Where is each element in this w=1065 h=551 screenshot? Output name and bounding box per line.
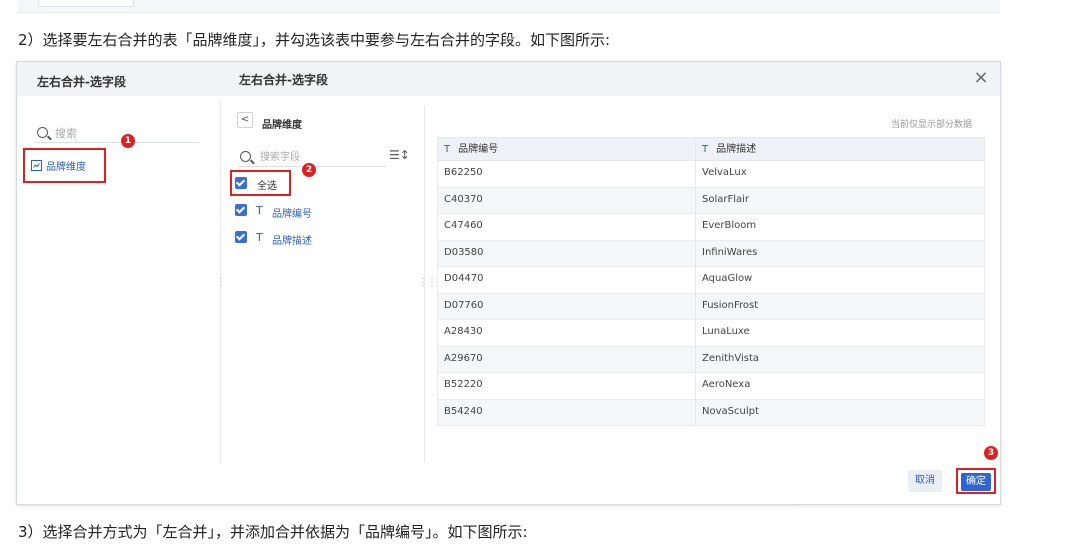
search-icon [37, 127, 48, 138]
search-icon [240, 151, 251, 162]
ok-button[interactable]: 确定 [961, 473, 991, 491]
preview-note: 当前仅显示部分数据 [891, 120, 973, 130]
select-all-label: 全选 [257, 181, 277, 192]
table-search-placeholder: 搜索 [55, 127, 77, 140]
select-all-checkbox[interactable] [235, 177, 247, 189]
table-row: A28430 LunaLuxe [437, 320, 985, 347]
dialog-header [17, 62, 1000, 96]
field-search-placeholder: 搜索字段 [260, 152, 300, 163]
field-label: 品牌编号 [272, 209, 312, 220]
preview-table: T 品牌编号 T 品牌描述 B62250 VelvaLux C40370 SolarFl… [437, 137, 985, 426]
table-search-input[interactable]: 搜索 [35, 122, 200, 143]
table-row: B52220 AeroNexa [437, 373, 985, 400]
table-icon [31, 160, 42, 171]
table-row: D04470 AquaGlow [437, 267, 985, 294]
sort-icon[interactable]: ☰↕ [389, 148, 410, 162]
back-button[interactable]: < [237, 112, 253, 128]
dialog-title: 左右合并-选字段 [239, 73, 328, 87]
resize-handle-left[interactable]: ⋮ [216, 277, 226, 288]
table-item-label: 品牌维度 [46, 162, 86, 173]
left-panel: 搜索 1 品牌维度 [17, 96, 221, 504]
table-row: D03580 InfiniWares [437, 240, 985, 267]
annotation-badge-3: 3 [984, 446, 998, 460]
left-panel-title: 左右合并-选字段 [37, 75, 126, 89]
text-type-icon: T [256, 231, 263, 244]
field-label: 品牌描述 [272, 236, 312, 247]
table-row: B62250 VelvaLux [437, 161, 985, 188]
table-row: C47460 EverBloom [437, 214, 985, 241]
annotation-badge-1: 1 [121, 134, 135, 148]
column-header-brand-code: T 品牌编号 [438, 138, 696, 160]
field-checkbox[interactable] [235, 231, 247, 243]
content-divider [18, 505, 798, 506]
table-header: T 品牌编号 T 品牌描述 [437, 137, 985, 161]
field-checkbox[interactable] [235, 204, 247, 216]
table-row: B54240 NovaSculpt [437, 399, 985, 426]
merge-select-fields-dialog: 左右合并-选字段 左右合并-选字段 × 搜索 1 品牌维度 ⋮ < 品牌维度 搜… [16, 61, 1001, 505]
table-row: D07760 FusionFrost [437, 293, 985, 320]
table-row: A29670 ZenithVista [437, 346, 985, 373]
field-row-brand-code[interactable]: T 品牌编号 [235, 204, 355, 220]
previous-button-edge [38, 0, 134, 7]
previous-screenshot-edge [18, 0, 1000, 13]
table-item-brand-dimension[interactable]: 品牌维度 [29, 157, 99, 175]
close-icon[interactable]: × [969, 66, 993, 90]
select-all-checkbox-row[interactable]: 全选 [235, 177, 289, 192]
cancel-button[interactable]: 取消 [908, 470, 942, 492]
step-2-text: 2）选择要左右合并的表「品牌维度」，并勾选该表中要参与左右合并的字段。如下图所示… [18, 31, 611, 49]
text-type-icon: T [444, 144, 451, 155]
column-header-brand-desc: T 品牌描述 [702, 144, 757, 155]
annotation-badge-2: 2 [302, 163, 316, 177]
text-type-icon: T [256, 204, 263, 217]
field-row-brand-desc[interactable]: T 品牌描述 [235, 231, 355, 247]
step-3-text: 3）选择合并方式为「左合并」，并添加合并依据为「品牌编号」。如下图所示: [18, 523, 528, 541]
table-row: C40370 SolarFlair [437, 187, 985, 214]
selected-table-name: 品牌维度 [262, 120, 302, 131]
annotation-box-ok: 确定 [956, 468, 996, 494]
text-type-icon: T [702, 144, 709, 155]
resize-handle-right[interactable]: ⋮⋮ [418, 277, 437, 288]
